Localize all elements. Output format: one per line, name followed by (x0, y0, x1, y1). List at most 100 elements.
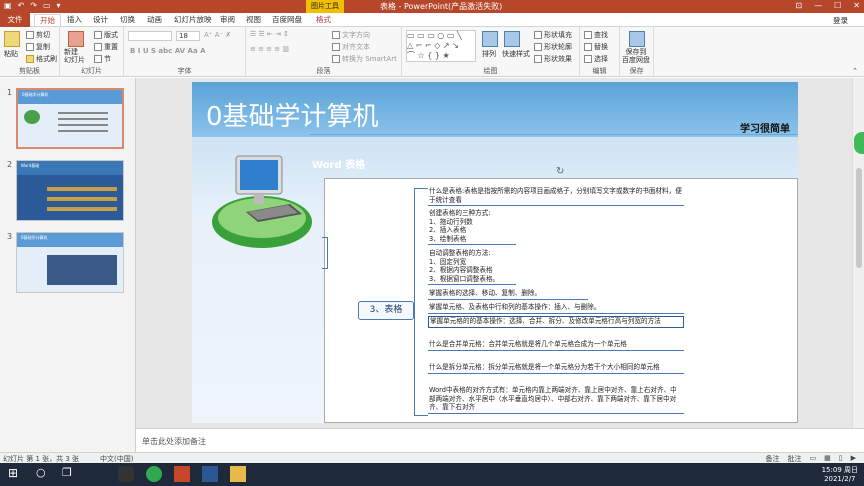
tab-slideshow[interactable]: 幻灯片放映 (174, 14, 212, 26)
copy-icon (26, 43, 34, 51)
copy-button[interactable]: 复制 (26, 42, 50, 52)
section-icon (94, 55, 102, 63)
folder-icon[interactable] (230, 466, 246, 482)
group-save: 保存到 百度网盘 保存 (620, 27, 654, 77)
slide-title: 0基础学计算机 (206, 102, 379, 132)
shapes-gallery[interactable]: ▭ ▭ ▭ ○ ▭ ╲ △ ⌐ ⌐ ◇ ↗ ↘ ⌒ ☆ { } ★ (406, 30, 476, 62)
thumb-bar (47, 207, 117, 211)
shape-effects-button[interactable]: 形状效果 (534, 54, 572, 64)
windows-start-icon[interactable]: ⊞ (8, 466, 24, 482)
shape-outline-button[interactable]: 形状轮廓 (534, 42, 572, 52)
font-format-buttons[interactable]: B I U S abc AV Aa A (130, 47, 206, 55)
reset-button[interactable]: 重置 (94, 42, 118, 52)
tab-insert[interactable]: 插入 (67, 14, 82, 26)
mindmap-leaf: 什么是表格:表格是指按所需的内容项目画成格子，分别填写文字或数字的书面材料，便于… (428, 187, 684, 206)
new-slide-button[interactable] (68, 31, 86, 47)
slide-number: 3 (7, 232, 13, 241)
find-button[interactable]: 查找 (584, 30, 608, 40)
tab-baidu[interactable]: 百度网盘 (272, 14, 302, 26)
tab-format[interactable]: 格式 (316, 14, 331, 26)
task-view-icon[interactable]: ❐ (62, 466, 78, 482)
align-buttons[interactable]: ≡ ≡ ≡ ≡ ▥ (250, 45, 289, 53)
find-label: 查找 (594, 31, 608, 39)
mindmap-leaf: 掌握表格的选择、移动、复制、删除。 (428, 289, 588, 300)
search-icon[interactable]: ○ (36, 466, 52, 482)
undo-icon[interactable]: ↶ (18, 1, 25, 10)
floating-side-button[interactable] (854, 132, 864, 154)
login-link[interactable]: 登录 (833, 15, 848, 26)
minimize-icon[interactable]: — (814, 1, 822, 10)
browser-icon[interactable] (146, 466, 162, 482)
redo-icon[interactable]: ↷ (30, 1, 37, 10)
tab-view[interactable]: 视图 (246, 14, 261, 26)
grow-font-icon[interactable]: A⁺ A⁻ ✗ (204, 31, 231, 39)
text-direction-button[interactable]: 文字方向 (332, 30, 370, 40)
cut-label: 剪切 (36, 31, 50, 39)
slide[interactable]: 0基础学计算机 学习很简单 Word 表格 3、表格 什么是表格:表格是指按所需… (192, 82, 798, 423)
font-name-select[interactable] (128, 31, 172, 41)
system-tray[interactable]: 15:09 周日 2021/2/7 (822, 465, 858, 483)
rotate-handle-icon[interactable]: ↻ (556, 166, 564, 177)
tab-design[interactable]: 设计 (93, 14, 108, 26)
scrollbar-thumb[interactable] (856, 168, 862, 268)
vertical-scrollbar[interactable] (852, 78, 864, 428)
cut-button[interactable]: 剪切 (26, 30, 50, 40)
format-painter-button[interactable]: 格式刷 (26, 54, 57, 64)
tab-transitions[interactable]: 切换 (120, 14, 135, 26)
quick-access-toolbar: ▣ ↶ ↷ ▭ ▾ (4, 1, 61, 10)
clock-date: 2021/2/7 (824, 475, 856, 483)
start-from-beginning-icon[interactable]: ▭ (43, 1, 51, 10)
mindmap-leaf: 什么是合并单元格：合并单元格就是将几个单元格合成为一个单元格 (428, 340, 684, 351)
app-icon[interactable] (118, 466, 134, 482)
slide-thumbnail-3[interactable]: 0基础学计算机 (16, 232, 124, 293)
word-icon[interactable] (202, 466, 218, 482)
thumb-bar (47, 197, 117, 201)
collapse-ribbon-icon[interactable]: ⌃ (852, 67, 858, 75)
quick-styles-button[interactable] (504, 31, 522, 47)
mindmap-leaf: 掌握单元格、及表格中行和列的基本操作：插入、与删除。 (428, 303, 684, 314)
customize-qat-icon[interactable]: ▾ (57, 1, 61, 10)
font-size-select[interactable]: 18 (176, 31, 200, 41)
section-label: 节 (104, 55, 111, 63)
text-direction-label: 文字方向 (342, 31, 370, 39)
tab-animations[interactable]: 动画 (147, 14, 162, 26)
slide-thumbnail-1[interactable]: 0基础学计算机 (16, 88, 124, 149)
thumb-caption: 0基础学计算机 (21, 235, 48, 240)
paste-label: 粘贴 (4, 50, 18, 58)
group-paragraph: ☰ ☰ ⇤ ⇥ ↕ ≡ ≡ ≡ ≡ ▥ 文字方向 对齐文本 转换为 SmartA… (246, 27, 402, 77)
replace-button[interactable]: 替换 (584, 42, 608, 52)
arrange-icon (482, 31, 498, 47)
save-group-label: 保存 (629, 67, 644, 75)
save-icon[interactable]: ▣ (4, 1, 12, 10)
smartart-button[interactable]: 转换为 SmartArt (332, 54, 397, 64)
layout-button[interactable]: 版式 (94, 30, 118, 40)
tab-home[interactable]: 开始 (34, 14, 61, 26)
reset-icon (94, 43, 102, 51)
arrange-button[interactable] (482, 31, 500, 47)
paste-button[interactable] (4, 31, 22, 47)
ribbon-tabs: 文件 开始 插入 设计 切换 动画 幻灯片放映 审阅 视图 百度网盘 格式 登录 (0, 13, 864, 27)
align-text-button[interactable]: 对齐文本 (332, 42, 370, 52)
quick-styles-icon (504, 31, 520, 47)
shape-fill-button[interactable]: 形状填充 (534, 30, 572, 40)
section-button[interactable]: 节 (94, 54, 111, 64)
header-divider (310, 134, 798, 135)
ribbon-display-icon[interactable]: ⊡ (795, 1, 802, 10)
tab-file[interactable]: 文件 (0, 13, 30, 27)
quick-styles-label: 快速样式 (502, 50, 530, 58)
maximize-icon[interactable]: ☐ (834, 1, 841, 10)
mindmap-leaf: 自动调整表格的方法: 1、固定列宽 2、根据内容调整表格 3、根据窗口调整表格。 (428, 249, 516, 285)
slide-subtitle: 学习很简单 (740, 124, 790, 135)
layout-label: 版式 (104, 31, 118, 39)
format-painter-label: 格式刷 (36, 55, 57, 63)
slide-thumbnail-2[interactable]: Word基础 (16, 160, 124, 221)
save-baidu-button[interactable] (629, 31, 647, 47)
close-icon[interactable]: ✕ (853, 1, 860, 10)
list-buttons[interactable]: ☰ ☰ ⇤ ⇥ ↕ (250, 30, 289, 38)
powerpoint-icon[interactable] (174, 466, 190, 482)
tab-review[interactable]: 审阅 (220, 14, 235, 26)
thumb-line (58, 124, 108, 126)
align-text-label: 对齐文本 (342, 43, 370, 51)
notes-pane[interactable]: 单击此处添加备注 (136, 428, 864, 452)
select-button[interactable]: 选择 (584, 54, 608, 64)
